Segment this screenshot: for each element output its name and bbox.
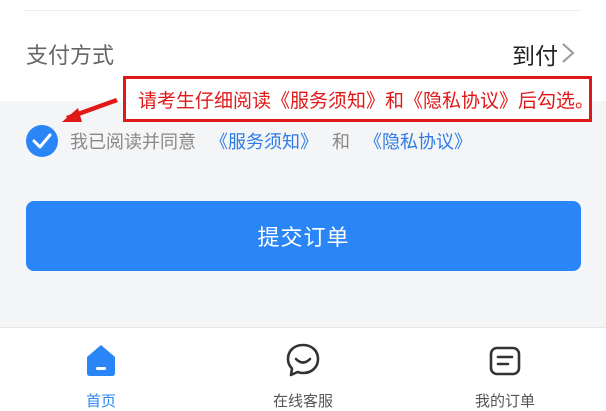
annotation-text: 请考生仔细阅读《服务须知》和《隐私协议》后勾选。: [138, 89, 592, 112]
agreement-conjunction: 和: [332, 132, 350, 153]
annotation-arrow-icon: [62, 98, 118, 122]
annotation-box: 请考生仔细阅读《服务须知》和《隐私协议》后勾选。: [123, 76, 592, 122]
agree-checkbox[interactable]: [26, 125, 58, 157]
payment-method-value[interactable]: 到付: [512, 37, 558, 71]
submit-order-button[interactable]: 提交订单: [26, 201, 581, 271]
tab-my-orders[interactable]: 我的订单: [404, 328, 606, 411]
privacy-policy-link[interactable]: 《隐私协议》: [364, 132, 472, 153]
bottom-tab-bar: 首页 在线客服 我的订单: [0, 327, 606, 411]
tab-home[interactable]: 首页: [0, 328, 202, 411]
agreement-prefix: 我已阅读并同意: [70, 132, 196, 153]
agreement-text: 我已阅读并同意 《服务须知》和《隐私协议》: [70, 128, 472, 154]
service-terms-link[interactable]: 《服务须知》: [210, 132, 318, 153]
tab-home-label: 首页: [85, 392, 116, 410]
home-icon: [87, 345, 115, 376]
tab-customer-service-label: 在线客服: [272, 392, 333, 410]
chevron-right-icon[interactable]: [560, 42, 576, 64]
submit-order-label: 提交订单: [257, 226, 350, 251]
order-list-icon: [489, 346, 521, 376]
tab-my-orders-label: 我的订单: [474, 392, 535, 410]
chat-icon: [286, 343, 320, 377]
tab-customer-service[interactable]: 在线客服: [202, 328, 404, 411]
divider: [24, 10, 582, 11]
payment-method-label: 支付方式: [26, 44, 115, 69]
